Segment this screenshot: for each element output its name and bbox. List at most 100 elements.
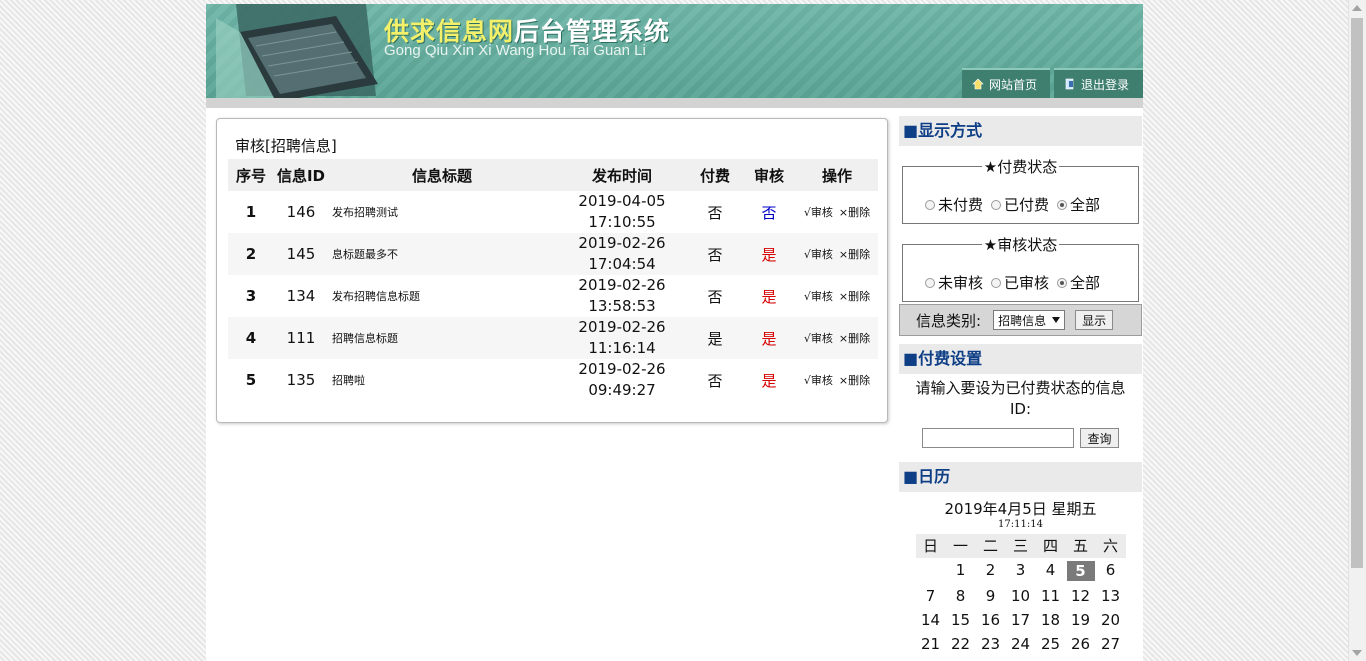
logout-button[interactable]: 退出登录 bbox=[1054, 68, 1143, 98]
row-id: 146 bbox=[286, 203, 316, 221]
calendar-day[interactable]: 19 bbox=[1066, 608, 1096, 632]
audit-link[interactable]: √审核 bbox=[804, 248, 833, 261]
calendar-day[interactable]: 9 bbox=[976, 584, 1006, 608]
table-header-row: 序号 信息ID 信息标题 发布时间 付费 审核 操作 bbox=[228, 159, 878, 191]
delete-link[interactable]: ×删除 bbox=[839, 248, 870, 261]
row-title: 招聘信息标题 bbox=[328, 317, 556, 359]
audit-link[interactable]: √审核 bbox=[804, 290, 833, 303]
row-date: 2019-02-26 bbox=[578, 234, 666, 252]
row-ops: √审核 ×删除 bbox=[796, 359, 878, 401]
col-id: 信息ID bbox=[274, 159, 328, 191]
audit-status-options: 未审核 已审核 全部 bbox=[925, 272, 1100, 293]
row-paid: 否 bbox=[707, 371, 723, 390]
show-button[interactable]: 显示 bbox=[1075, 310, 1114, 330]
radio-audited-circle[interactable] bbox=[991, 277, 1002, 288]
weekday-label: 三 bbox=[1005, 534, 1036, 558]
audit-status-group: ★审核状态 未审核 已审核 全部 bbox=[902, 234, 1139, 302]
calendar-day[interactable]: 24 bbox=[1006, 632, 1036, 656]
radio-unpaid[interactable]: 未付费 bbox=[925, 194, 983, 215]
home-button[interactable]: 网站首页 bbox=[962, 68, 1050, 98]
calendar-day[interactable]: 20 bbox=[1096, 608, 1126, 632]
weekday-label: 一 bbox=[945, 534, 976, 558]
radio-audited[interactable]: 已审核 bbox=[991, 272, 1049, 293]
radio-unaudited-circle[interactable] bbox=[925, 277, 935, 288]
pay-status-legend: ★付费状态 bbox=[983, 158, 1058, 176]
calendar-day[interactable]: 13 bbox=[1096, 584, 1126, 608]
delete-link[interactable]: ×删除 bbox=[839, 290, 870, 303]
info-id-input[interactable] bbox=[922, 428, 1075, 448]
calendar-grid: 日 一 二 三 四 五 六 1 2 3 4 5 6 7 8 9 10 11 12… bbox=[899, 534, 1142, 656]
calendar-day[interactable]: 15 bbox=[946, 608, 976, 632]
calendar-day[interactable]: 12 bbox=[1066, 584, 1096, 608]
calendar-day[interactable]: 23 bbox=[976, 632, 1006, 656]
calendar-day[interactable]: 16 bbox=[976, 608, 1006, 632]
radio-audit-all-circle[interactable] bbox=[1057, 277, 1068, 288]
radio-paid[interactable]: 已付费 bbox=[991, 194, 1049, 215]
row-time: 2019-02-26 11:16:14 bbox=[556, 317, 688, 359]
row-no: 5 bbox=[245, 371, 257, 389]
radio-unaudited[interactable]: 未审核 bbox=[925, 272, 983, 293]
calendar-day[interactable]: 18 bbox=[1036, 608, 1066, 632]
calendar-day[interactable]: 14 bbox=[916, 608, 946, 632]
calendar-date: 2019年4月5日 星期五 bbox=[944, 500, 1097, 518]
radio-audit-all-label: 全部 bbox=[1070, 274, 1101, 292]
row-ops: √审核 ×删除 bbox=[796, 317, 878, 359]
radio-pay-all[interactable]: 全部 bbox=[1057, 194, 1100, 215]
delete-link[interactable]: ×删除 bbox=[839, 332, 870, 345]
row-audit: 否 bbox=[761, 203, 777, 222]
calendar-day[interactable]: 22 bbox=[946, 632, 976, 656]
table-row: 4 111 招聘信息标题 2019-02-26 11:16:14 是 是 √审核 ×… bbox=[228, 317, 878, 359]
radio-unpaid-circle[interactable] bbox=[925, 199, 935, 210]
row-clock: 17:10:55 bbox=[588, 213, 656, 231]
row-title: 发布招聘信息标题 bbox=[332, 290, 420, 303]
delete-link[interactable]: ×删除 bbox=[839, 374, 870, 387]
weekday-label: 六 bbox=[1095, 534, 1126, 558]
row-date: 2019-04-05 bbox=[578, 192, 666, 210]
radio-audit-all[interactable]: 全部 bbox=[1057, 272, 1100, 293]
category-select-value: 招聘信息 bbox=[998, 313, 1047, 328]
header-divider bbox=[206, 98, 1143, 108]
row-time: 2019-02-26 17:04:54 bbox=[556, 233, 688, 275]
calendar-day[interactable]: 8 bbox=[946, 584, 976, 608]
row-date: 2019-02-26 bbox=[578, 276, 666, 294]
calendar-day[interactable]: 7 bbox=[916, 584, 946, 608]
calendar-day-today[interactable]: 5 bbox=[1066, 561, 1095, 581]
calendar-day[interactable]: 21 bbox=[916, 632, 946, 656]
category-label: 信息类别: bbox=[916, 311, 982, 330]
calendar-day[interactable]: 4 bbox=[1036, 558, 1066, 582]
calendar-day[interactable]: 26 bbox=[1066, 632, 1096, 656]
radio-pay-all-label: 全部 bbox=[1070, 196, 1101, 214]
calendar-day[interactable]: 25 bbox=[1036, 632, 1066, 656]
scroll-down-arrow-icon[interactable] bbox=[1352, 650, 1362, 656]
calendar-clock: 17:11:14 bbox=[998, 519, 1043, 530]
calendar-day[interactable]: 2 bbox=[976, 558, 1006, 582]
calendar-day[interactable]: 17 bbox=[1006, 608, 1036, 632]
audit-link[interactable]: √审核 bbox=[804, 206, 833, 219]
audit-link[interactable]: √审核 bbox=[804, 374, 833, 387]
delete-link[interactable]: ×删除 bbox=[839, 206, 870, 219]
calendar-day[interactable]: 1 bbox=[946, 558, 976, 582]
radio-pay-all-circle[interactable] bbox=[1057, 199, 1068, 210]
query-button[interactable]: 查询 bbox=[1080, 428, 1119, 448]
display-mode-heading: ■显示方式 bbox=[899, 116, 1142, 146]
row-no: 3 bbox=[245, 287, 257, 305]
radio-paid-circle[interactable] bbox=[991, 199, 1002, 210]
scrollbar-thumb[interactable] bbox=[1351, 18, 1363, 568]
calendar-day[interactable]: 10 bbox=[1006, 584, 1036, 608]
audit-link[interactable]: √审核 bbox=[804, 332, 833, 345]
site-header: 供求信息网后台管理系统 Gong Qiu Xin Xi Wang Hou Tai… bbox=[206, 4, 1143, 98]
row-title: 息标题最多不 bbox=[328, 233, 556, 275]
scroll-up-arrow-icon[interactable] bbox=[1352, 5, 1362, 11]
row-paid: 否 bbox=[688, 233, 742, 275]
calendar-day[interactable]: 11 bbox=[1036, 584, 1066, 608]
panel-title: 审核[招聘信息] bbox=[235, 137, 337, 155]
weekday-label: 二 bbox=[975, 534, 1006, 558]
calendar-day[interactable]: 27 bbox=[1096, 632, 1126, 656]
vertical-scrollbar[interactable] bbox=[1348, 0, 1366, 661]
calendar-day[interactable]: 3 bbox=[1006, 558, 1036, 582]
category-filter-row: 信息类别: 招聘信息 显示 bbox=[899, 304, 1142, 336]
sidebar: ■显示方式 ★付费状态 未付费 已付费 全部 ★审核状态 未审核 已审核 全部 … bbox=[899, 116, 1142, 656]
category-select[interactable]: 招聘信息 bbox=[993, 310, 1066, 330]
table-row: 5 135 招聘啦 2019-02-26 09:49:27 否 是 √审核 ×删除 bbox=[228, 359, 878, 401]
calendar-day[interactable]: 6 bbox=[1096, 558, 1126, 582]
